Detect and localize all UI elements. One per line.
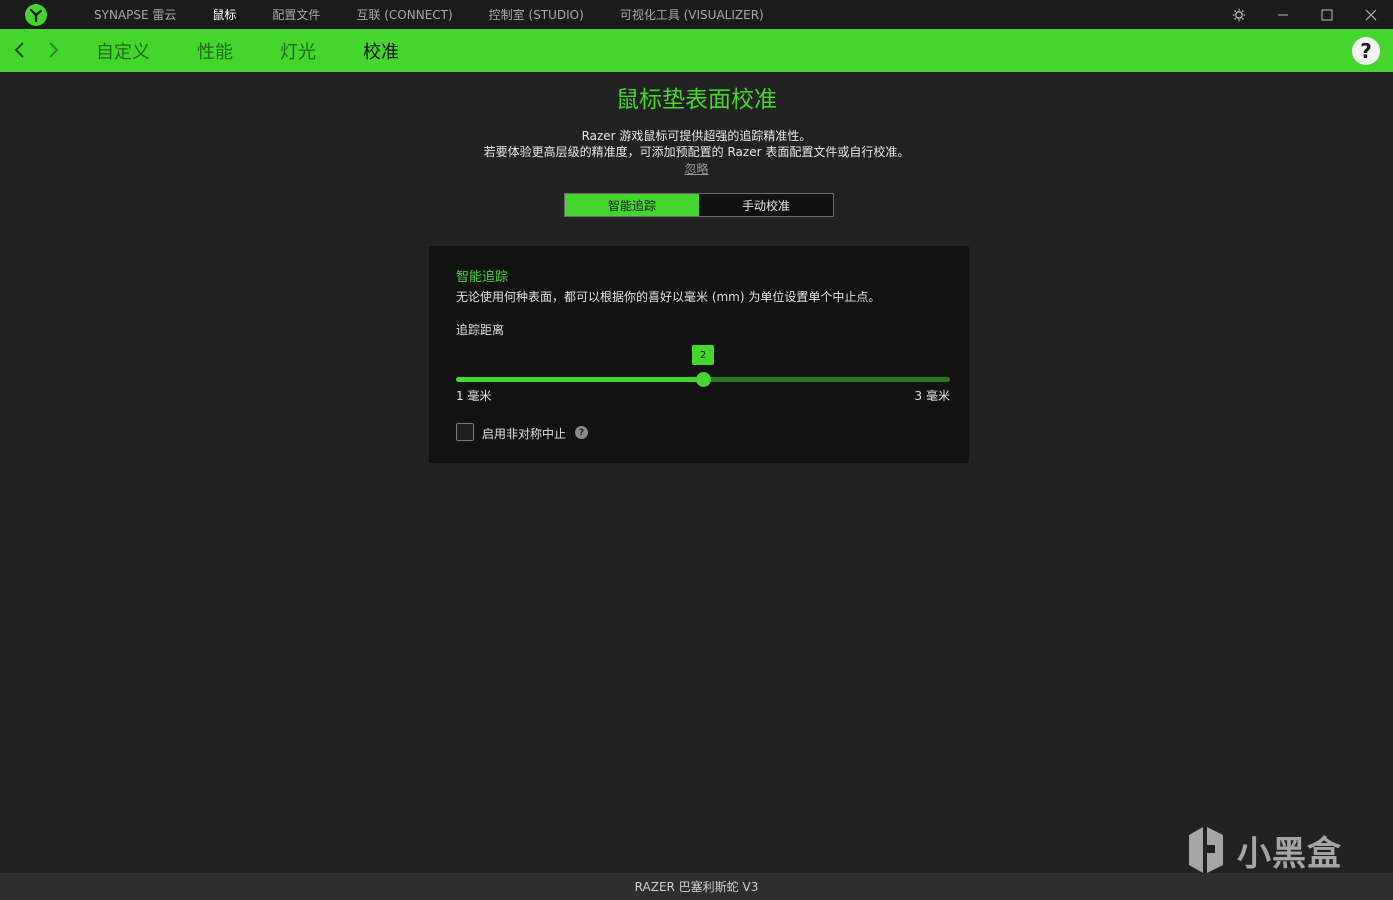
razer-logo-icon[interactable] xyxy=(25,4,47,26)
page-title: 鼠标垫表面校准 xyxy=(616,87,777,113)
ignore-row: 忽略 xyxy=(0,160,1393,177)
intro-line-1: Razer 游戏鼠标可提供超强的追踪精准性。 xyxy=(581,129,812,143)
help-icon[interactable]: ? xyxy=(1352,37,1380,65)
sub-tabs: 自定义 性能 灯光 校准 xyxy=(96,29,446,72)
title-bar: SYNAPSE 雷云 鼠标 配置文件 互联 (CONNECT) 控制室 (STU… xyxy=(0,0,1393,29)
slider-min-label: 1 毫米 xyxy=(456,389,492,403)
mode-toggle: 智能追踪 手动校准 xyxy=(564,193,834,217)
intro-text: Razer 游戏鼠标可提供超强的追踪精准性。 若要体验更高层级的精准度，可添加预… xyxy=(0,128,1393,160)
top-tab-mouse[interactable]: 鼠标 xyxy=(212,6,236,23)
tab-calibration[interactable]: 校准 xyxy=(363,38,399,64)
forward-arrow-icon[interactable] xyxy=(42,38,64,62)
top-tab-connect[interactable]: 互联 (CONNECT) xyxy=(356,6,452,23)
sub-navigation-bar: 自定义 性能 灯光 校准 ? xyxy=(0,29,1393,72)
asymmetric-cutoff-label: 启用非对称中止 xyxy=(482,427,567,441)
info-question-icon[interactable]: ? xyxy=(575,426,588,439)
slider-max-label: 3 毫米 xyxy=(914,389,950,403)
watermark-logo-icon xyxy=(1189,827,1223,873)
card-description: 无论使用何种表面，都可以根据你的喜好以毫米 (mm) 为单位设置单个中止点。 xyxy=(456,290,881,304)
slider-thumb[interactable] xyxy=(696,372,711,387)
top-tab-profiles[interactable]: 配置文件 xyxy=(272,6,320,23)
slider-value-bubble: 2 xyxy=(692,345,714,365)
tracking-distance-slider[interactable] xyxy=(456,372,950,387)
device-name: RAZER 巴塞利斯蛇 V3 xyxy=(634,880,759,894)
tracking-distance-label: 追踪距离 xyxy=(456,323,505,337)
card-title: 智能追踪 xyxy=(456,270,509,285)
watermark: 小黑盒 xyxy=(1183,822,1358,878)
watermark-text: 小黑盒 xyxy=(1237,833,1342,874)
slider-fill xyxy=(456,377,703,382)
smart-tracking-option[interactable]: 智能追踪 xyxy=(565,194,699,216)
manual-calibration-option[interactable]: 手动校准 xyxy=(699,194,833,216)
tab-lighting[interactable]: 灯光 xyxy=(280,38,316,64)
settings-gear-icon[interactable] xyxy=(1217,0,1261,29)
window-controls xyxy=(1217,0,1393,29)
top-tab-visualizer[interactable]: 可视化工具 (VISUALIZER) xyxy=(620,6,764,23)
minimize-icon[interactable] xyxy=(1261,0,1305,29)
top-navigation: SYNAPSE 雷云 鼠标 配置文件 互联 (CONNECT) 控制室 (STU… xyxy=(94,0,800,29)
maximize-icon[interactable] xyxy=(1305,0,1349,29)
smart-tracking-card: 智能追踪 无论使用何种表面，都可以根据你的喜好以毫米 (mm) 为单位设置单个中… xyxy=(429,246,969,463)
ignore-link[interactable]: 忽略 xyxy=(684,162,708,176)
close-icon[interactable] xyxy=(1349,0,1393,29)
top-tab-studio[interactable]: 控制室 (STUDIO) xyxy=(489,6,584,23)
top-tab-synapse[interactable]: SYNAPSE 雷云 xyxy=(94,6,176,23)
tab-customize[interactable]: 自定义 xyxy=(96,38,150,64)
intro-line-2: 若要体验更高层级的精准度，可添加预配置的 Razer 表面配置文件或自行校准。 xyxy=(483,145,910,159)
back-arrow-icon[interactable] xyxy=(9,38,31,62)
tab-performance[interactable]: 性能 xyxy=(197,38,233,64)
asymmetric-cutoff-checkbox[interactable] xyxy=(456,423,474,441)
